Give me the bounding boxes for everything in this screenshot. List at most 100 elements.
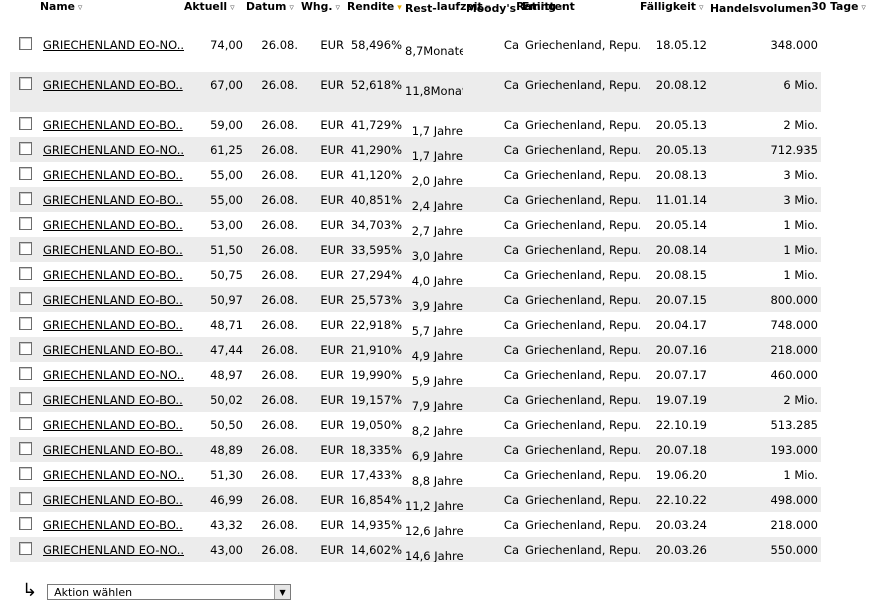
volume-cell-text: 498.000 (770, 493, 818, 507)
bond-name-link[interactable]: GRIECHENLAND EO-BO.. (43, 243, 183, 257)
checkbox[interactable] (18, 417, 32, 430)
bond-name-link[interactable]: GRIECHENLAND EO-BO.. (40, 212, 184, 237)
bond-name-link[interactable]: GRIECHENLAND EO-BO.. (40, 287, 184, 312)
bond-name-link[interactable]: GRIECHENLAND EO-BO.. (43, 78, 183, 92)
bond-name-link[interactable]: GRIECHENLAND EO-BO.. (43, 393, 183, 407)
checkbox[interactable] (18, 292, 32, 305)
bond-name-link[interactable]: GRIECHENLAND EO-BO.. (43, 293, 183, 307)
bond-name-link[interactable]: GRIECHENLAND EO-NO.. (43, 143, 184, 157)
checkbox[interactable] (18, 317, 32, 330)
header-moodys-rating[interactable]: Moody's Rating ▿ (466, 0, 564, 32)
bond-name-link[interactable]: GRIECHENLAND EO-BO.. (43, 168, 183, 182)
checkbox[interactable] (18, 267, 32, 280)
bond-name-link[interactable]: GRIECHENLAND EO-BO.. (43, 343, 183, 357)
row-checkbox[interactable] (10, 462, 40, 487)
bond-name-link[interactable]: GRIECHENLAND EO-NO.. (43, 368, 184, 382)
row-checkbox[interactable] (10, 437, 40, 462)
checkbox[interactable] (18, 517, 32, 530)
row-checkbox[interactable] (10, 487, 40, 512)
action-select[interactable]: Aktion wählen ▼ (47, 584, 292, 600)
bond-name-link[interactable]: GRIECHENLAND EO-BO.. (40, 437, 184, 462)
row-checkbox[interactable] (10, 162, 40, 187)
row-checkbox[interactable] (10, 137, 40, 162)
bond-name-link[interactable]: GRIECHENLAND EO-BO.. (43, 493, 183, 507)
checkbox[interactable] (18, 467, 32, 480)
checkbox[interactable] (18, 217, 32, 230)
row-checkbox[interactable] (10, 237, 40, 262)
row-checkbox[interactable] (10, 187, 40, 212)
header-rendite[interactable]: Rendite ▾ (347, 0, 405, 32)
bond-name-link[interactable]: GRIECHENLAND EO-BO.. (40, 72, 184, 112)
row-checkbox[interactable] (10, 32, 40, 72)
checkbox[interactable] (18, 542, 32, 555)
bond-name-link[interactable]: GRIECHENLAND EO-NO.. (43, 543, 184, 557)
header-datum[interactable]: Datum ▿ (246, 0, 301, 32)
checkbox[interactable] (18, 77, 32, 90)
row-checkbox[interactable] (10, 387, 40, 412)
sort-icon[interactable]: ▿ (699, 3, 704, 13)
bond-name-link[interactable]: GRIECHENLAND EO-BO.. (40, 512, 184, 537)
bond-name-link[interactable]: GRIECHENLAND EO-NO.. (43, 468, 184, 482)
bond-name-link[interactable]: GRIECHENLAND EO-NO.. (40, 537, 184, 562)
bond-name-link[interactable]: GRIECHENLAND EO-BO.. (40, 487, 184, 512)
checkbox[interactable] (18, 142, 32, 155)
checkbox[interactable] (18, 167, 32, 180)
checkbox[interactable] (18, 192, 32, 205)
sort-icon[interactable]: ▿ (861, 3, 866, 13)
sort-icon[interactable]: ▿ (335, 3, 340, 13)
row-checkbox[interactable] (10, 537, 40, 562)
row-checkbox[interactable] (10, 312, 40, 337)
bond-name-link[interactable]: GRIECHENLAND EO-NO.. (40, 462, 184, 487)
row-checkbox[interactable] (10, 72, 40, 112)
bond-name-link[interactable]: GRIECHENLAND EO-BO.. (43, 118, 183, 132)
row-checkbox[interactable] (10, 512, 40, 537)
checkbox[interactable] (18, 242, 32, 255)
bond-name-link[interactable]: GRIECHENLAND EO-BO.. (43, 418, 183, 432)
sort-icon[interactable]: ▿ (78, 3, 83, 13)
currency-cell-text: EUR (320, 168, 344, 182)
bond-name-link[interactable]: GRIECHENLAND EO-BO.. (43, 268, 183, 282)
bond-name-link[interactable]: GRIECHENLAND EO-BO.. (40, 412, 184, 437)
bond-name-link[interactable]: GRIECHENLAND EO-BO.. (40, 387, 184, 412)
bond-name-link[interactable]: GRIECHENLAND EO-NO.. (40, 362, 184, 387)
bond-name-link[interactable]: GRIECHENLAND EO-BO.. (40, 237, 184, 262)
sort-active-icon[interactable]: ▾ (397, 3, 402, 13)
row-checkbox[interactable] (10, 262, 40, 287)
row-checkbox[interactable] (10, 212, 40, 237)
checkbox[interactable] (18, 37, 32, 50)
row-checkbox[interactable] (10, 337, 40, 362)
checkbox[interactable] (18, 117, 32, 130)
checkbox[interactable] (18, 342, 32, 355)
row-checkbox[interactable] (10, 112, 40, 137)
checkbox[interactable] (18, 392, 32, 405)
header-handelsvolumen[interactable]: Handelsvolumen 30 Tage ▿ (710, 0, 866, 32)
header-emittent[interactable]: Emittent (522, 0, 640, 32)
checkbox[interactable] (18, 492, 32, 505)
bond-name-link[interactable]: GRIECHENLAND EO-BO.. (40, 337, 184, 362)
checkbox[interactable] (18, 442, 32, 455)
header-faelligkeit[interactable]: Fälligkeit ▿ (640, 0, 710, 32)
bond-name-link[interactable]: GRIECHENLAND EO-BO.. (43, 218, 183, 232)
header-aktuell[interactable]: Aktuell ▿ (184, 0, 246, 32)
sort-icon[interactable]: ▿ (230, 3, 235, 13)
bond-name-link[interactable]: GRIECHENLAND EO-BO.. (43, 193, 183, 207)
bond-name-link[interactable]: GRIECHENLAND EO-NO.. (43, 38, 184, 52)
bond-name-link[interactable]: GRIECHENLAND EO-BO.. (43, 443, 183, 457)
bond-name-link[interactable]: GRIECHENLAND EO-BO.. (43, 518, 183, 532)
bond-name-link[interactable]: GRIECHENLAND EO-BO.. (40, 262, 184, 287)
header-restlaufzeit[interactable]: Rest- laufzeit ▿ (405, 0, 490, 32)
bond-name-link[interactable]: GRIECHENLAND EO-NO.. (40, 137, 184, 162)
sort-icon[interactable]: ▿ (289, 3, 294, 13)
row-checkbox[interactable] (10, 287, 40, 312)
header-whg[interactable]: Whg. ▿ (301, 0, 347, 32)
header-name[interactable]: Name ▿ (40, 0, 184, 32)
row-checkbox[interactable] (10, 362, 40, 387)
bond-name-link[interactable]: GRIECHENLAND EO-BO.. (40, 162, 184, 187)
checkbox[interactable] (18, 367, 32, 380)
bond-name-link[interactable]: GRIECHENLAND EO-BO.. (40, 112, 184, 137)
bond-name-link[interactable]: GRIECHENLAND EO-NO.. (40, 32, 184, 72)
bond-name-link[interactable]: GRIECHENLAND EO-BO.. (40, 312, 184, 337)
row-checkbox[interactable] (10, 412, 40, 437)
bond-name-link[interactable]: GRIECHENLAND EO-BO.. (40, 187, 184, 212)
bond-name-link[interactable]: GRIECHENLAND EO-BO.. (43, 318, 183, 332)
